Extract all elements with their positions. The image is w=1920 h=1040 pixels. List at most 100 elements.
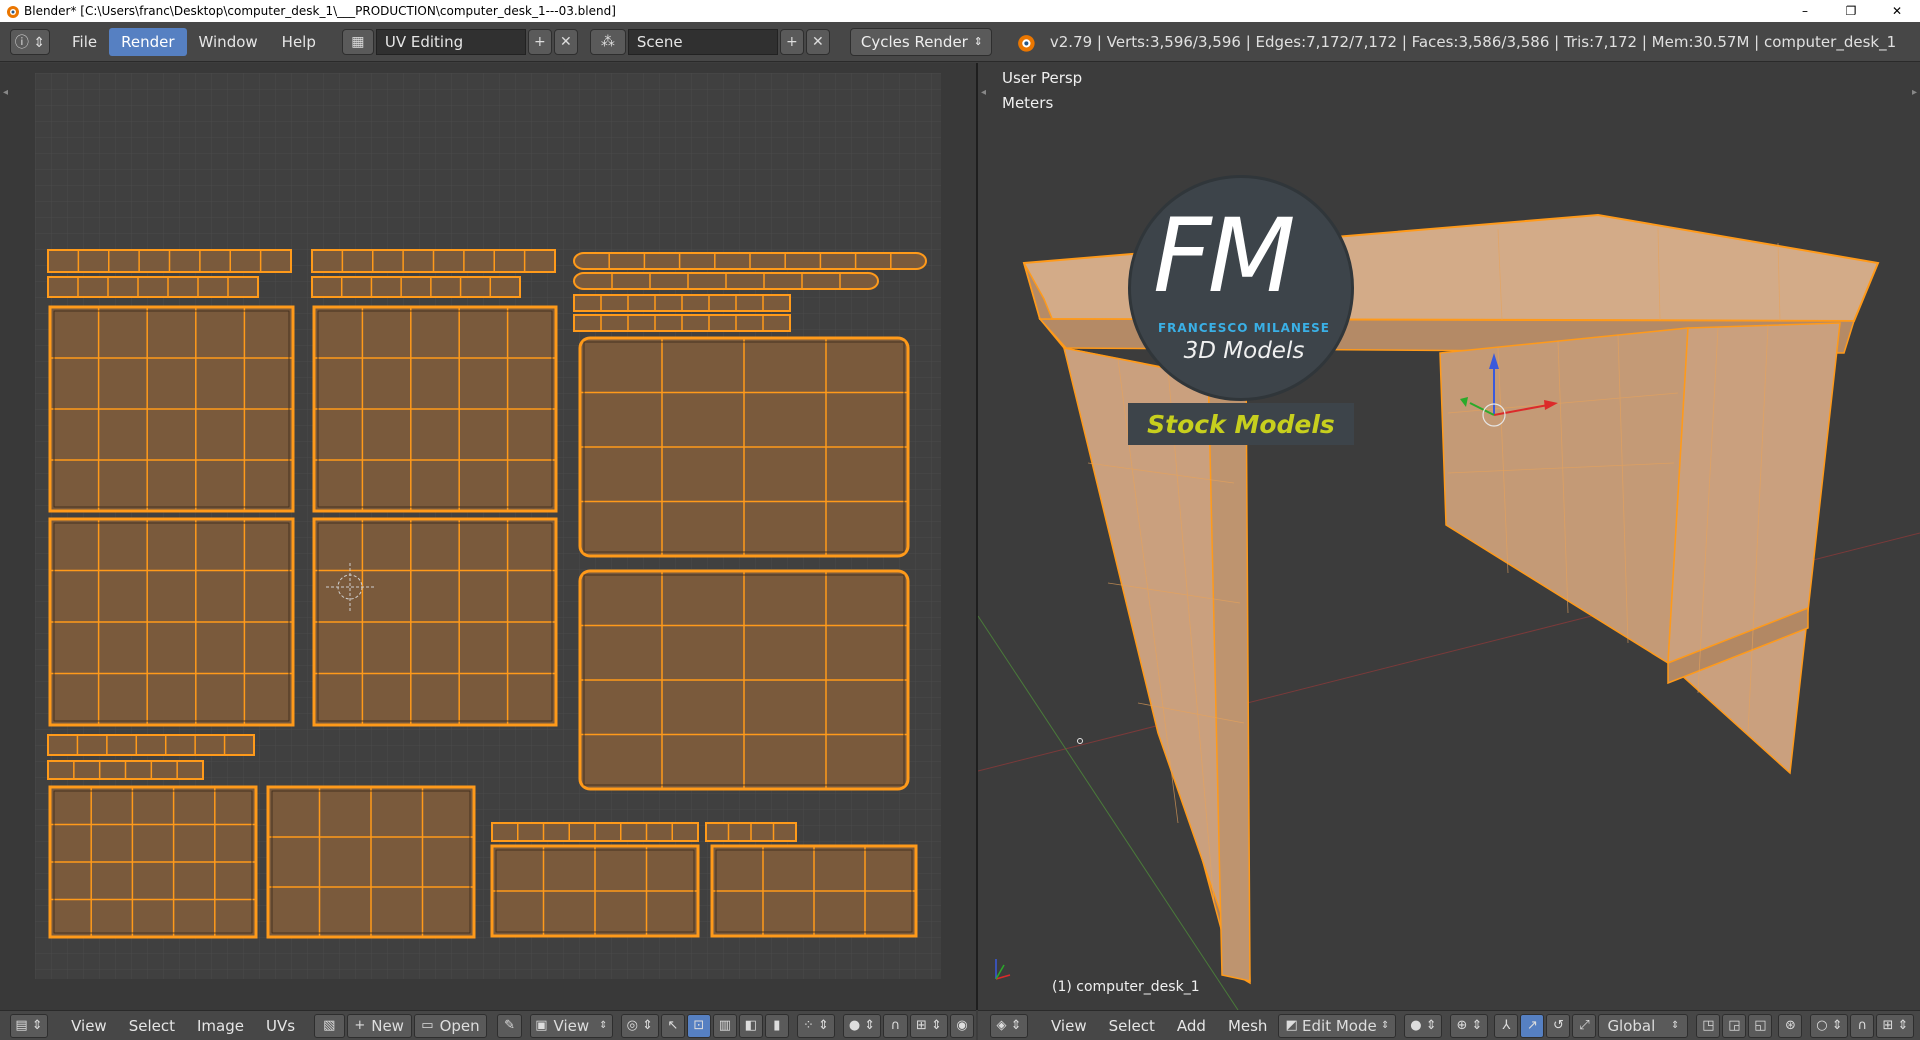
manipulator-toggle[interactable]: ⅄ [1494,1013,1519,1038]
snap-toggle-3d[interactable]: ∩ [1850,1013,1875,1038]
select-edge-mode-button[interactable]: ▥ [712,1013,737,1038]
view-mode-dropdown[interactable]: ▣ View ⇕ [530,1013,613,1038]
uv-island[interactable] [311,249,556,273]
open-image-button[interactable]: ▭ Open [413,1013,488,1038]
watermark-name: FRANCESCO MILANESE [1157,321,1331,335]
mode-dropdown[interactable]: ◩ Edit Mode ⇕ [1278,1013,1397,1038]
proportional-icon: ● ⇕ [848,1018,876,1033]
uv-island[interactable] [48,517,295,727]
updown-arrows-icon: ⇕ [599,1020,608,1031]
pin-icon[interactable]: ✎ [497,1013,523,1038]
3d-cursor-icon[interactable] [1077,738,1083,744]
x-icon: ✕ [560,33,572,50]
uv-canvas[interactable] [0,63,976,1010]
magnet-icon: ∩ [890,1018,901,1033]
select-vertex-mode-button[interactable]: ⊡ [686,1013,711,1038]
uv-menu-view[interactable]: View [60,1012,118,1040]
menu-file[interactable]: File [60,28,109,56]
close-button[interactable]: ✕ [1874,0,1920,22]
minimize-button[interactable]: – [1782,0,1828,22]
blender-logo-icon [1018,34,1035,52]
uv-island[interactable] [578,569,910,791]
uv-island[interactable] [48,785,258,939]
watermark-initials: FM [1153,197,1296,316]
select-island-mode-button[interactable]: ▮ [764,1013,789,1038]
vp-menu-mesh[interactable]: Mesh [1217,1012,1279,1040]
scene-browse-button[interactable]: ⁂ [589,28,626,55]
layout-browse-button[interactable]: ▦ [341,28,374,55]
sticky-mode-dropdown[interactable]: ⁘ ⇕ [796,1013,835,1038]
plus-icon: + [786,33,798,50]
face-select-button[interactable]: ◱ [1748,1013,1773,1038]
layout-name-field[interactable]: UV Editing [375,28,526,55]
snap-element-dropdown[interactable]: ⊞ ⇕ [909,1013,948,1038]
menu-window[interactable]: Window [187,28,270,56]
vp-menu-view[interactable]: View [1040,1012,1098,1040]
vp-menu-add[interactable]: Add [1166,1012,1217,1040]
edge-select-button[interactable]: ◲ [1722,1013,1747,1038]
uv-island[interactable] [491,822,699,842]
watermark-tagline: 3D Models [1183,338,1305,364]
vp-menu-select[interactable]: Select [1098,1012,1166,1040]
uv-island[interactable] [266,785,476,939]
uv-menu-select[interactable]: Select [118,1012,186,1040]
scene-add-button[interactable]: + [779,28,804,55]
scene-name-field[interactable]: Scene [627,28,778,55]
image-browse-button[interactable]: ▧ [314,1013,345,1038]
uv-island[interactable] [573,252,927,270]
limit-selection-button[interactable]: ⊛ [1778,1013,1803,1038]
menu-help[interactable]: Help [270,28,328,56]
snap-button[interactable]: ∩ [883,1013,908,1038]
proportional-edit-dropdown[interactable]: ● ⇕ [842,1013,882,1038]
uv-island[interactable] [710,844,918,938]
uv-island[interactable] [47,760,204,780]
viewport-canvas[interactable] [978,63,1920,1010]
scene-icon: ⁂ [600,33,615,50]
pivot-dropdown[interactable]: ◎ ⇕ [620,1013,659,1038]
restore-button[interactable]: ❐ [1828,0,1874,22]
uv-island[interactable] [48,305,295,513]
uv-island[interactable] [47,276,259,298]
rotate-manipulator-button[interactable]: ↺ [1546,1013,1571,1038]
editor-type-info-button[interactable]: ⓘ ⇕ [10,28,50,55]
uv-island[interactable] [573,294,791,312]
uv-menu-uvs[interactable]: UVs [255,1012,306,1040]
pivot-point-dropdown[interactable]: ⊕ ⇕ [1450,1013,1489,1038]
menu-render[interactable]: Render [109,27,187,56]
uv-island[interactable] [312,517,558,727]
editor-type-uv-button[interactable]: ▤ ⇕ [10,1013,49,1038]
uv-island[interactable] [311,276,521,298]
shading-dropdown[interactable]: ● ⇕ [1404,1013,1443,1038]
layout-add-button[interactable]: + [527,28,552,55]
editor-type-3d-button[interactable]: ◈ ⇕ [990,1013,1028,1038]
uv-editor-area[interactable]: ◂ [0,63,976,1010]
uv-menu-image[interactable]: Image [186,1012,255,1040]
vertex-select-icon: ◳ [1702,1018,1715,1033]
scale-manipulator-button[interactable]: ⤢ [1572,1013,1597,1038]
transform-orientation-dropdown[interactable]: Global ⇕ [1598,1013,1689,1038]
magnet-icon: ∩ [1857,1018,1868,1033]
scene-remove-button[interactable]: ✕ [805,28,830,55]
uv-island[interactable] [578,336,910,558]
uv-island[interactable] [705,822,797,842]
translate-manipulator-button[interactable]: ↗ [1520,1013,1545,1038]
live-unwrap-button[interactable]: ◉ [949,1013,974,1038]
vertex-select-button[interactable]: ◳ [1696,1013,1721,1038]
uv-island[interactable] [312,305,558,513]
uv-island[interactable] [490,844,700,938]
layout-grid-icon: ▦ [351,33,365,50]
select-face-mode-button[interactable]: ◧ [738,1013,763,1038]
uv-island[interactable] [47,249,292,273]
uv-island[interactable] [573,314,791,332]
uv-island[interactable] [573,272,879,290]
3d-viewport-area[interactable]: ◂ ▸ User Persp Meters (1) computer_desk_… [978,63,1920,1010]
snap-element-dropdown-3d[interactable]: ⊞ ⇕ [1876,1013,1915,1038]
proportional-icon: ○ ⇕ [1816,1018,1843,1033]
sticky-select-button[interactable]: ↖ [660,1013,685,1038]
render-engine-dropdown[interactable]: Cycles Render ⇕ [849,27,992,56]
proportional-edit-dropdown-3d[interactable]: ○ ⇕ [1810,1013,1849,1038]
snap-target-icon: ⊞ ⇕ [1882,1018,1909,1033]
uv-island[interactable] [47,734,255,756]
new-image-button[interactable]: + New [346,1013,412,1038]
layout-remove-button[interactable]: ✕ [553,28,578,55]
